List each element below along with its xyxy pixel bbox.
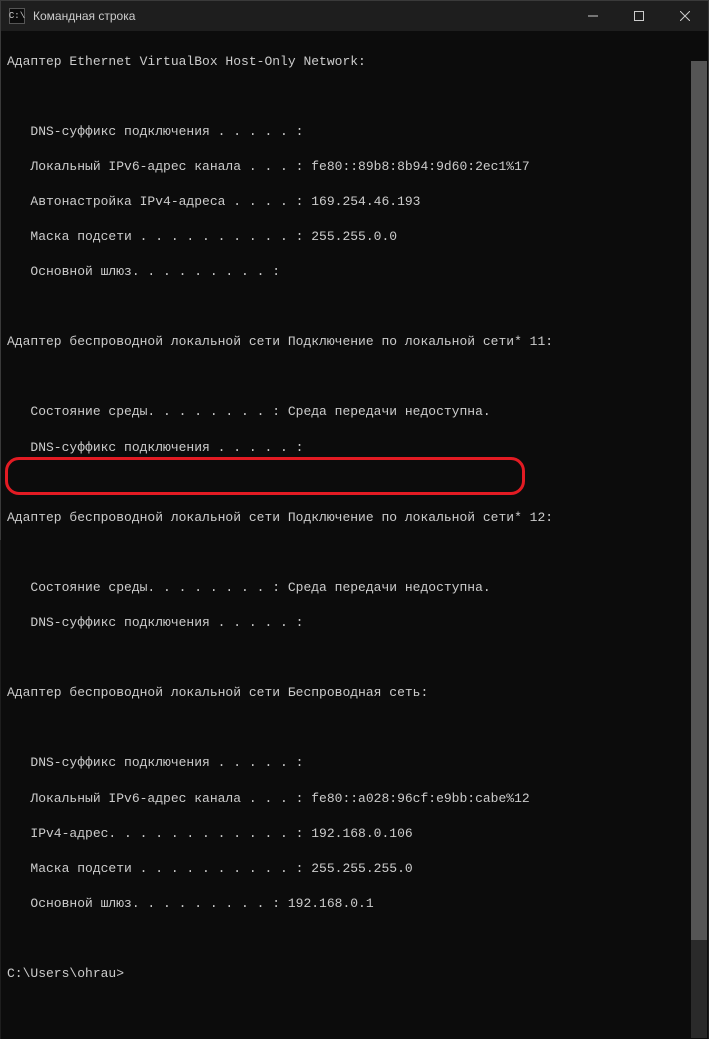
title-left-area: C:\ Командная строка <box>1 8 135 24</box>
output-line: DNS-суффикс подключения . . . . . : <box>7 754 702 772</box>
scrollbar-thumb[interactable] <box>691 61 707 940</box>
command-prompt-window: C:\ Командная строка Адаптер Ethernet Vi… <box>0 0 709 540</box>
blank-line <box>7 368 702 386</box>
adapter-header: Адаптер беспроводной локальной сети Подк… <box>7 509 702 527</box>
output-line: Состояние среды. . . . . . . . : Среда п… <box>7 579 702 597</box>
minimize-button[interactable] <box>570 1 616 31</box>
output-line: Состояние среды. . . . . . . . : Среда п… <box>7 403 702 421</box>
app-icon: C:\ <box>9 8 25 24</box>
output-line: Автонастройка IPv4-адреса . . . . : 169.… <box>7 193 702 211</box>
title-bar[interactable]: C:\ Командная строка <box>1 1 708 31</box>
window-controls <box>570 1 708 31</box>
output-line: DNS-суффикс подключения . . . . . : <box>7 614 702 632</box>
output-line: Локальный IPv6-адрес канала . . . : fe80… <box>7 158 702 176</box>
adapter-header: Адаптер Ethernet VirtualBox Host-Only Ne… <box>7 53 702 71</box>
output-line: DNS-суффикс подключения . . . . . : <box>7 123 702 141</box>
prompt-text: C:\Users\ohrau> <box>7 966 124 981</box>
window-title: Командная строка <box>33 9 135 23</box>
prompt-line: C:\Users\ohrau> <box>7 965 702 983</box>
maximize-button[interactable] <box>616 1 662 31</box>
blank-line <box>7 298 702 316</box>
vertical-scrollbar[interactable] <box>691 61 707 1038</box>
close-button[interactable] <box>662 1 708 31</box>
output-line: IPv4-адрес. . . . . . . . . . . . : 192.… <box>7 825 702 843</box>
adapter-header: Адаптер беспроводной локальной сети Подк… <box>7 333 702 351</box>
blank-line <box>7 649 702 667</box>
output-line: Маска подсети . . . . . . . . . . : 255.… <box>7 860 702 878</box>
terminal-output[interactable]: Адаптер Ethernet VirtualBox Host-Only Ne… <box>1 31 708 1039</box>
output-line: DNS-суффикс подключения . . . . . : <box>7 439 702 457</box>
adapter-header: Адаптер беспроводной локальной сети Бесп… <box>7 684 702 702</box>
output-line: Локальный IPv6-адрес канала . . . : fe80… <box>7 790 702 808</box>
blank-line <box>7 930 702 948</box>
blank-line <box>7 719 702 737</box>
blank-line <box>7 474 702 492</box>
blank-line <box>7 88 702 106</box>
output-line: Маска подсети . . . . . . . . . . : 255.… <box>7 228 702 246</box>
output-line: Основной шлюз. . . . . . . . . : <box>7 263 702 281</box>
content-wrapper: Адаптер Ethernet VirtualBox Host-Only Ne… <box>1 31 708 1039</box>
output-line-gateway: Основной шлюз. . . . . . . . . : 192.168… <box>7 895 702 913</box>
blank-line <box>7 544 702 562</box>
